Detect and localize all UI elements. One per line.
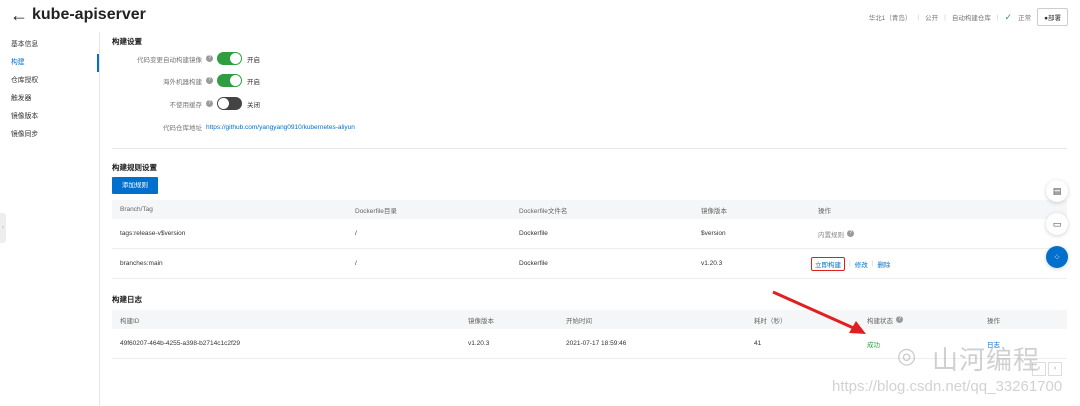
watermark-brand: 山河编程 xyxy=(932,345,1041,375)
apps-grid-icon[interactable]: ⁘ xyxy=(1046,246,1068,268)
wechat-logo-icon: ◎ xyxy=(897,343,917,368)
annotation-arrow-icon xyxy=(772,290,866,334)
floating-actions: ▤ ▭ ⁘ xyxy=(1046,180,1068,279)
document-icon[interactable]: ▤ xyxy=(1046,180,1068,202)
next-page-icon[interactable]: › xyxy=(1048,362,1062,376)
chat-icon[interactable]: ▭ xyxy=(1046,213,1068,235)
watermark-url: https://blog.csdn.net/qq_33261700 xyxy=(832,378,1063,395)
